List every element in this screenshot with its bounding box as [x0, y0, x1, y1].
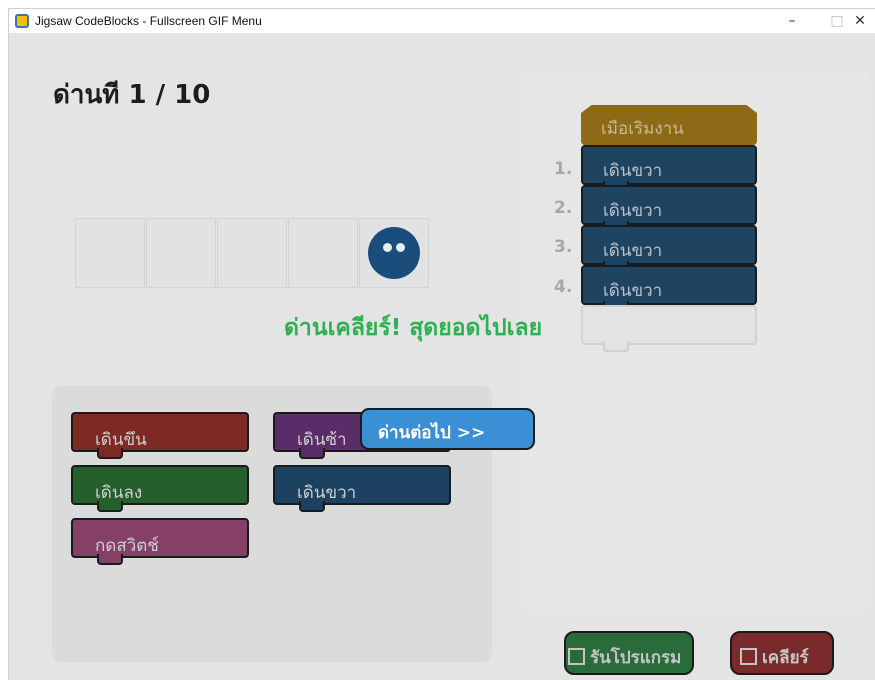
block-label: เดินขวา	[297, 483, 357, 503]
clear-button[interactable]: เคลียร์	[730, 631, 834, 675]
robot-eye	[383, 243, 392, 252]
app-window: Jigsaw CodeBlocks - Fullscreen GIF Menu …	[9, 9, 875, 680]
level-clear-message: ด่านเคลียร์! สุดยอดไปเลย	[284, 315, 543, 341]
program-start-block[interactable]: เมือเริมงาน	[581, 105, 757, 145]
grid-cell	[359, 218, 429, 288]
program-step-block[interactable]: เดินขวา	[581, 225, 757, 272]
step-label: เดินขวา	[603, 161, 663, 181]
run-program-button[interactable]: รันโปรแกรม	[564, 631, 694, 675]
start-label: เมือเริมงาน	[601, 119, 684, 139]
minimize-button[interactable]: –	[769, 9, 815, 33]
step-label: เดินขวา	[603, 201, 663, 221]
block-move-up[interactable]: เดินขึน	[71, 412, 249, 459]
program-step-block[interactable]: เดินขวา	[581, 265, 757, 312]
step-label: เดินขวา	[603, 281, 663, 301]
robot-eye	[396, 243, 405, 252]
block-label: เดินซ้า	[297, 430, 347, 450]
block-label: เดินลง	[95, 483, 143, 503]
game-area: ด่านที 1 / 10 เดินขึน เดินซ้า เดินลง เดิ…	[9, 34, 875, 680]
run-label: รันโปรแกรม	[590, 648, 682, 668]
window-title: Jigsaw CodeBlocks - Fullscreen GIF Menu	[35, 14, 262, 28]
program-step-block[interactable]: เดินขวา	[581, 185, 757, 232]
checkbox-icon	[740, 648, 757, 665]
block-notch	[299, 501, 325, 512]
checkbox-icon	[568, 648, 585, 665]
block-notch	[97, 501, 123, 512]
block-move-right[interactable]: เดินขวา	[273, 465, 451, 512]
grid-cell	[217, 218, 287, 288]
title-bar: Jigsaw CodeBlocks - Fullscreen GIF Menu …	[9, 9, 875, 34]
block-notch	[97, 554, 123, 565]
block-press-switch[interactable]: กดสวิตช์	[71, 518, 249, 565]
block-label: เดินขึน	[95, 430, 147, 450]
block-notch	[603, 341, 629, 352]
level-indicator: ด่านที 1 / 10	[53, 80, 211, 110]
grid-cell	[146, 218, 216, 288]
step-number: 1.	[554, 159, 573, 179]
block-move-down[interactable]: เดินลง	[71, 465, 249, 512]
block-label: กดสวิตช์	[95, 536, 159, 556]
program-step-block[interactable]: เดินขวา	[581, 145, 757, 192]
clear-label: เคลียร์	[762, 648, 809, 668]
robot-character	[368, 227, 420, 279]
step-number: 3.	[554, 237, 573, 257]
empty-block-slot[interactable]	[581, 305, 757, 352]
step-number: 4.	[554, 277, 573, 297]
app-icon	[15, 14, 29, 28]
block-notch	[299, 448, 325, 459]
block-notch	[97, 448, 123, 459]
level-grid	[75, 218, 430, 288]
grid-cell	[288, 218, 358, 288]
step-number: 2.	[554, 198, 573, 218]
next-level-button[interactable]: ด่านต่อไป >>	[360, 408, 535, 450]
close-button[interactable]: ✕	[845, 9, 875, 33]
step-label: เดินขวา	[603, 241, 663, 261]
grid-cell	[75, 218, 145, 288]
